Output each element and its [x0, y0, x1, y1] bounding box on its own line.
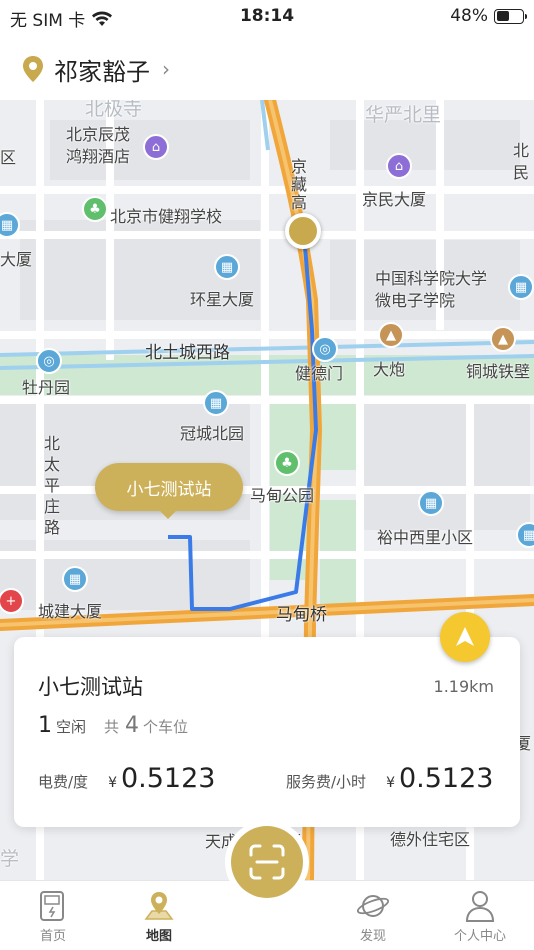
free-slot-count: 1 — [38, 713, 52, 738]
current-location-marker — [285, 213, 321, 249]
tab-profile-label: 个人中心 — [453, 929, 506, 944]
park-poi-icon[interactable]: ♣ — [274, 450, 300, 476]
planet-icon — [356, 895, 390, 917]
location-selector[interactable]: 祁家豁子 › — [0, 38, 534, 100]
tab-profile[interactable]: 个人中心 — [440, 889, 520, 944]
tab-discover[interactable]: 发现 — [333, 889, 413, 944]
service-fee-label: 服务费/小时 — [286, 773, 367, 791]
electric-fee-value: 0.5123 — [120, 763, 216, 794]
map-label-min: 北 民 — [513, 141, 530, 182]
map-label-mudanyuan: 牡丹园 — [22, 378, 71, 397]
tab-home-label: 首页 — [39, 929, 66, 944]
school-poi-icon[interactable]: ♣ — [82, 196, 108, 222]
map-label-hotel: 北京辰茂 鸿翔酒店 — [66, 125, 131, 166]
tab-home[interactable]: 首页 — [13, 889, 93, 944]
station-marker[interactable]: 小七测试站 — [95, 463, 243, 519]
tab-map[interactable]: 地图 — [119, 889, 199, 944]
building-poi-icon[interactable]: ▦ — [508, 274, 534, 300]
slot-availability: 1 空闲 共 4 个车位 — [38, 713, 188, 738]
map-label-dasha-left: 大厦 — [0, 250, 33, 269]
map-label-guancheng: 冠城北园 — [180, 424, 245, 443]
map-label-jingmin: 京民大厦 — [362, 190, 427, 209]
electric-fee: 电费/度 ¥ 0.5123 — [38, 763, 215, 794]
museum-poi-icon[interactable]: ▲ — [378, 322, 404, 348]
map-label-jingzang: 京藏高 — [288, 158, 307, 212]
person-icon — [465, 891, 495, 922]
scan-button[interactable] — [225, 820, 309, 904]
map-label-dewai: 德外住宅区 — [390, 830, 471, 849]
total-prefix: 共 — [104, 718, 120, 736]
free-slot-label: 空闲 — [56, 718, 87, 736]
map-label-school: 北京市健翔学校 — [110, 207, 223, 226]
map-pin-icon — [144, 892, 174, 920]
service-fee-value: 0.5123 — [398, 763, 494, 794]
subway-station-icon[interactable]: ◎ — [312, 336, 338, 362]
chevron-right-icon: › — [162, 57, 170, 81]
scan-button-inner — [231, 826, 303, 898]
building-poi-icon[interactable]: ▦ — [418, 490, 444, 516]
app-screen: 无 SIM 卡 18:14 48% 祁家豁子 › 北极寺 华严北里 区 北京辰茂… — [0, 0, 534, 950]
station-distance: 1.19km — [433, 677, 494, 696]
station-name: 小七测试站 — [38, 675, 143, 699]
battery-fill — [496, 11, 509, 21]
map-label-chengjian: 城建大厦 — [38, 602, 103, 621]
map-label-madianqiao: 马甸桥 — [276, 605, 327, 625]
building-poi-icon[interactable]: ▦ — [62, 566, 88, 592]
map-label-beiji-temple: 北极寺 — [85, 100, 143, 120]
map-label-huanxing: 环星大厦 — [190, 290, 255, 309]
hotel-poi-icon[interactable]: ⌂ — [143, 134, 169, 160]
tab-discover-label: 发现 — [359, 929, 386, 944]
electric-fee-label: 电费/度 — [38, 773, 89, 791]
total-suffix: 个车位 — [143, 718, 189, 736]
map-label-qu: 区 — [0, 148, 17, 167]
map-label-xue: 学 — [0, 848, 20, 870]
navigation-arrow-icon — [456, 627, 474, 646]
battery-icon — [494, 8, 527, 24]
subway-station-icon[interactable]: ◎ — [36, 348, 62, 374]
status-bar: 无 SIM 卡 18:14 48% — [0, 0, 534, 32]
map-label-dapao: 大炮 — [373, 360, 406, 379]
station-info-card[interactable]: 小七测试站 1.19km 1 空闲 共 4 个车位 电费/度 ¥ 0.5123 … — [14, 637, 520, 827]
map-label-beitucheng: 北土城西路 — [145, 343, 230, 363]
service-fee-currency: ¥ — [386, 775, 395, 791]
map-label-yuzhong: 裕中西里小区 — [377, 528, 474, 547]
electric-fee-currency: ¥ — [108, 775, 117, 791]
map-label-cas: 中国科学院大学 微电子学院 — [375, 269, 488, 310]
station-marker-label: 小七测试站 — [126, 479, 212, 500]
total-slot-count: 4 — [125, 713, 140, 738]
map-label-huayan: 华严北里 — [365, 104, 442, 126]
charger-icon — [40, 891, 64, 921]
tab-map-label: 地图 — [145, 929, 172, 944]
location-pin-icon — [23, 56, 43, 82]
building-poi-icon[interactable]: ▦ — [203, 390, 229, 416]
building-poi-icon[interactable]: ▦ — [214, 254, 240, 280]
museum-poi-icon[interactable]: ▲ — [490, 326, 516, 352]
service-fee: 服务费/小时 ¥ 0.5123 — [286, 763, 493, 794]
scan-icon — [249, 844, 285, 880]
location-name: 祁家豁子 — [54, 57, 150, 86]
map-label-madian-park: 马甸公园 — [250, 486, 315, 505]
map-label-jiandemen: 健德门 — [295, 364, 344, 383]
map-label-tongcheng: 铜城铁壁 — [466, 362, 531, 381]
map-label-beitaiping: 北 太 平 庄 路 — [44, 434, 61, 537]
battery-group: 48% — [450, 6, 527, 26]
battery-percent: 48% — [450, 6, 488, 26]
hotel-poi-icon[interactable]: ⌂ — [386, 153, 412, 179]
navigate-button[interactable] — [440, 612, 490, 662]
